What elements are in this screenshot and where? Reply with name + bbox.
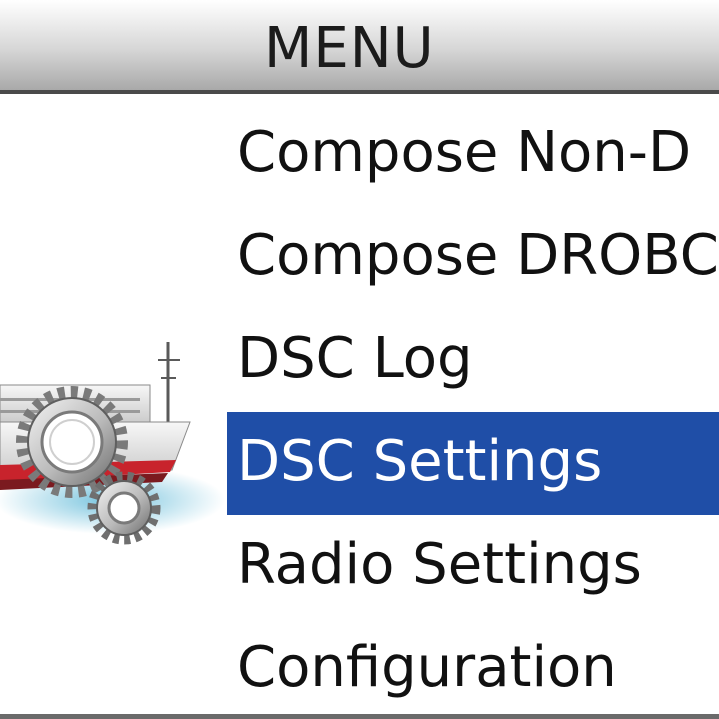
menu-item-dsc-log[interactable]: DSC Log — [227, 309, 719, 412]
title-bar: MENU — [0, 0, 719, 94]
menu-item-label: Compose DROBC — [237, 223, 719, 288]
page-title: MENU — [264, 16, 435, 81]
menu-screen: MENU Compose Non-D Compose DROBC DSC Log… — [0, 0, 719, 719]
menu-item-compose-non-distress[interactable]: Compose Non-D — [227, 103, 719, 206]
menu-item-label: Compose Non-D — [237, 120, 692, 185]
menu-item-label: DSC Log — [237, 326, 473, 391]
menu-item-dsc-settings[interactable]: DSC Settings — [227, 412, 719, 515]
bottom-divider — [0, 714, 719, 719]
menu-item-compose-drobc[interactable]: Compose DROBC — [227, 206, 719, 309]
menu-item-radio-settings[interactable]: Radio Settings — [227, 515, 719, 618]
menu-item-label: Configuration — [237, 635, 617, 700]
menu-item-configuration[interactable]: Configuration — [227, 618, 719, 719]
menu-list: Compose Non-D Compose DROBC DSC Log DSC … — [227, 103, 719, 719]
menu-item-label: Radio Settings — [237, 532, 642, 597]
menu-item-label: DSC Settings — [237, 429, 603, 494]
ship-with-gears-icon — [0, 330, 225, 560]
